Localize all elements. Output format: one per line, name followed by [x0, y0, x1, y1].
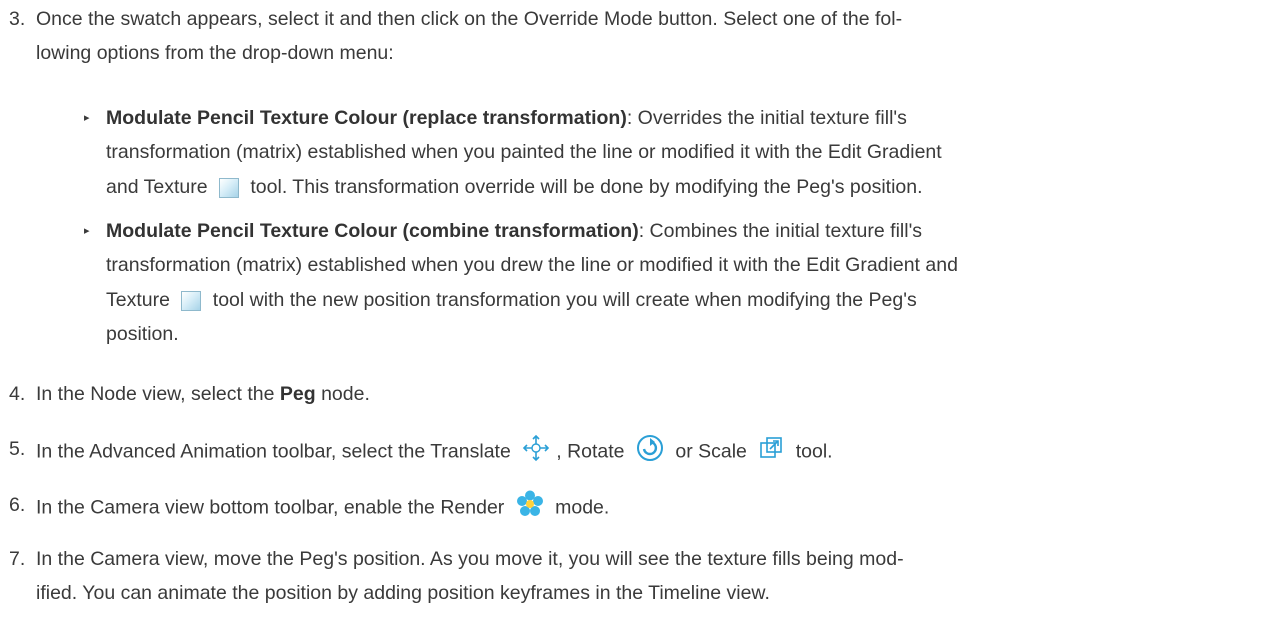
step-7-line-2: ified. You can animate the position by a… [36, 582, 770, 604]
texture-swatch-icon [181, 290, 202, 311]
option-2-line-3: Texture tool with the new position trans… [106, 289, 917, 311]
step-7-line-1: In the Camera view, move the Peg's posit… [36, 548, 904, 570]
scale-icon [758, 435, 784, 470]
option-2-title: Modulate Pencil Texture Colour (combine … [106, 220, 639, 242]
option-1-line-3: and Texture tool. This transformation ov… [106, 176, 923, 198]
step-5-number: 5. [9, 438, 26, 460]
texture-swatch-icon [218, 177, 239, 198]
peg-node-name: Peg [279, 383, 316, 405]
rotate-icon [636, 434, 664, 471]
step-4-number: 4. [9, 383, 26, 405]
option-2-bullet: ▸ [84, 225, 90, 237]
document-page: 3. Once the swatch appears, select it an… [0, 0, 1272, 635]
option-2-line-1: Modulate Pencil Texture Colour (combine … [106, 220, 923, 242]
option-1-title: Modulate Pencil Texture Colour (replace … [106, 107, 627, 129]
render-flower-icon [516, 490, 544, 527]
translate-icon [522, 434, 550, 471]
step-7-number: 7. [9, 548, 26, 570]
option-2-line-4: position. [106, 323, 179, 345]
option-1-bullet: ▸ [84, 112, 90, 124]
step-3-number: 3. [9, 8, 26, 30]
step-6-number: 6. [9, 494, 26, 516]
option-2-line-2: transformation (matrix) established when… [106, 254, 958, 276]
option-1-line-1: Modulate Pencil Texture Colour (replace … [106, 107, 907, 129]
step-5-text: In the Advanced Animation toolbar, selec… [36, 434, 1236, 471]
option-1-line-2: transformation (matrix) established when… [106, 141, 942, 163]
step-4-text: In the Node view, select the Peg node. [36, 383, 370, 405]
step-6-text: In the Camera view bottom toolbar, enabl… [36, 490, 1236, 527]
step-3-line-1: Once the swatch appears, select it and t… [36, 8, 903, 30]
step-3-line-2: lowing options from the drop-down menu: [36, 42, 394, 64]
